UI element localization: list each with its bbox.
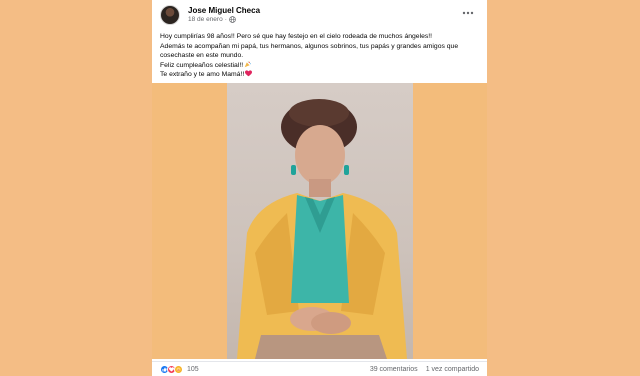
post-footer: 105 39 comentarios 1 vez compartido (152, 361, 487, 376)
celebration-icon (244, 60, 251, 68)
post-card: Jose Miguel Checa 18 de enero · Hoy cump… (152, 0, 487, 376)
globe-icon[interactable] (229, 16, 236, 23)
post-meta: 18 de enero · (188, 16, 236, 23)
shares-count-link[interactable]: 1 vez compartido (426, 366, 479, 373)
portrait-figure (237, 99, 407, 359)
post-text-segment: Feliz cumpleaños celestial!! (160, 61, 244, 69)
post-text-line: Además te acompañan mi papá, tus hermano… (160, 42, 459, 50)
reaction-count: 105 (187, 366, 199, 373)
post-photo[interactable] (152, 83, 487, 359)
post-date[interactable]: 18 de enero (188, 16, 223, 23)
author-avatar[interactable] (160, 5, 180, 25)
post-text-line-birthday: Feliz cumpleaños celestial!! (160, 60, 480, 71)
post-text-line: cosechaste en este mundo. (160, 52, 244, 60)
more-options-icon[interactable] (461, 9, 475, 17)
care-icon (174, 365, 183, 374)
reactions-summary[interactable]: 105 (160, 365, 199, 374)
post-text: Hoy cumplirías 98 años!! Pero sé que hay… (160, 32, 480, 80)
comments-count-link[interactable]: 39 comentarios (370, 366, 418, 373)
author-name[interactable]: Jose Miguel Checa (188, 6, 260, 15)
post-text-segment: Te extraño y te amo Mamá!! (160, 71, 245, 79)
engagement-stats: 39 comentarios 1 vez compartido (370, 366, 479, 373)
meta-separator: · (224, 16, 227, 23)
portrait-photo (227, 83, 413, 359)
red-heart-icon (245, 70, 253, 77)
post-text-line: Hoy cumplirías 98 años!! Pero sé que hay… (160, 33, 433, 40)
post-header: Jose Miguel Checa 18 de enero · (158, 5, 481, 27)
post-text-line-love: Te extraño y te amo Mamá!! (160, 70, 480, 80)
